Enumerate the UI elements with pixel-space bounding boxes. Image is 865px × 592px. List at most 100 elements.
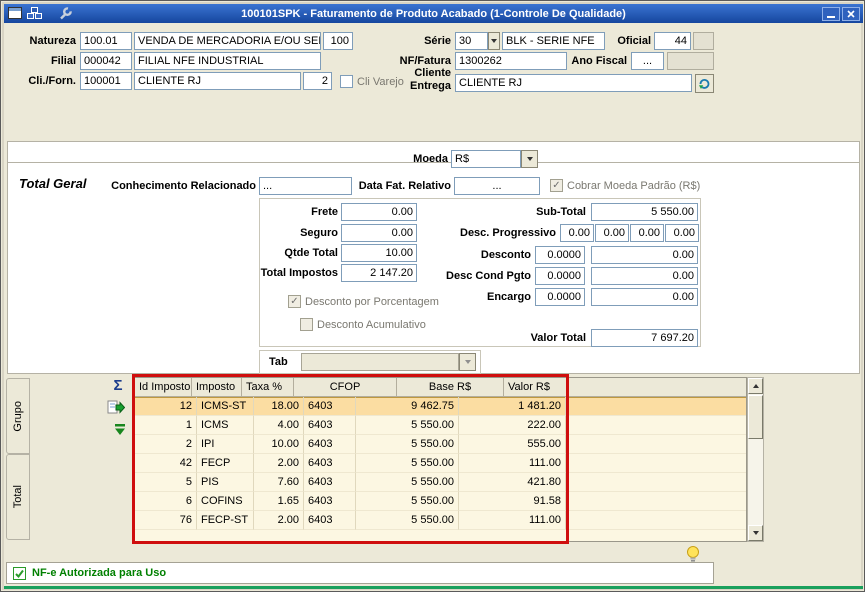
cobrar-moeda-label: Cobrar Moeda Padrão (R$) (567, 179, 717, 193)
serie-desc-field[interactable]: BLK - SERIE NFE (502, 32, 605, 50)
entrega-refresh-button[interactable] (695, 74, 714, 93)
side-tab-grupo[interactable]: Grupo (6, 378, 30, 454)
cell-valor: 111.00 (459, 511, 566, 530)
cell-cfop: 6403 (304, 416, 356, 435)
serie-code-field[interactable]: 30 (455, 32, 488, 50)
total-impostos-field[interactable]: 2 147.20 (341, 264, 417, 282)
desc-progressivo-field[interactable]: 0.00 (665, 224, 699, 242)
cell-imposto: FECP (197, 454, 254, 473)
table-header-cell[interactable]: Imposto (192, 378, 242, 397)
table-row[interactable]: 12 ICMS-ST 18.00 6403 9 462.75 1 481.20 (135, 397, 746, 416)
table-row[interactable]: 5 PIS 7.60 6403 5 550.00 421.80 (135, 473, 746, 492)
cell-valor: 111.00 (459, 454, 566, 473)
close-icon (847, 10, 855, 18)
cliente-entrega-label-line2: Entrega (399, 80, 451, 92)
desc-cond-pgto-value-field[interactable]: 0.00 (591, 267, 698, 285)
cli-forn-code-field[interactable]: 100001 (80, 72, 132, 90)
down-arrow-icon[interactable] (110, 420, 130, 439)
conhecimento-field[interactable]: ... (259, 177, 352, 195)
seguro-field[interactable]: 0.00 (341, 224, 417, 242)
cell-taxa: 1.65 (254, 492, 304, 511)
cell-base: 5 550.00 (356, 473, 459, 492)
side-tab-total-label: Total (12, 485, 24, 508)
cell-filler (566, 435, 746, 454)
valor-total-field[interactable]: 7 697.20 (591, 329, 698, 347)
desconto-acumulativo-checkbox (300, 318, 313, 331)
desconto-acumulativo-label: Desconto Acumulativo (317, 318, 467, 332)
sigma-icon[interactable]: Σ (108, 376, 128, 395)
desc-progressivo-field[interactable]: 0.00 (630, 224, 664, 242)
table-header-cell[interactable]: Valor R$ (504, 378, 746, 397)
cliente-entrega-field[interactable]: CLIENTE RJ (455, 74, 692, 92)
cell-taxa: 2.00 (254, 511, 304, 530)
chevron-down-icon (465, 360, 471, 364)
scroll-down-button[interactable] (748, 525, 763, 541)
tab-dropdown (301, 353, 459, 371)
cell-taxa: 10.00 (254, 435, 304, 454)
close-button[interactable] (842, 7, 860, 21)
data-fat-field[interactable]: ... (454, 177, 540, 195)
table-row[interactable]: 2 IPI 10.00 6403 5 550.00 555.00 (135, 435, 746, 454)
desc-cond-pgto-pct-field[interactable]: 0.0000 (535, 267, 585, 285)
total-geral-title: Total Geral (19, 176, 86, 191)
cell-filler (566, 397, 746, 416)
cell-base: 5 550.00 (356, 454, 459, 473)
scroll-up-button[interactable] (748, 378, 763, 394)
cell-id-imposto: 1 (135, 416, 197, 435)
cell-base: 5 550.00 (356, 511, 459, 530)
table-row[interactable]: 76 FECP-ST 2.00 6403 5 550.00 111.00 (135, 511, 746, 530)
cliente-entrega-label-line1: Cliente (399, 67, 451, 79)
encargo-value-field[interactable]: 0.00 (591, 288, 698, 306)
subtotal-field[interactable]: 5 550.00 (591, 203, 698, 221)
frete-field[interactable]: 0.00 (341, 203, 417, 221)
cell-id-imposto: 2 (135, 435, 197, 454)
desc-progressivo-field[interactable]: 0.00 (595, 224, 629, 242)
seguro-label: Seguro (263, 224, 338, 242)
cell-filler (566, 473, 746, 492)
minimize-button[interactable] (822, 7, 840, 21)
table-body: 12 ICMS-ST 18.00 6403 9 462.75 1 481.20 … (135, 397, 746, 530)
frete-label: Frete (263, 203, 338, 221)
moeda-field[interactable]: R$ (451, 150, 521, 168)
side-tab-total[interactable]: Total (6, 454, 30, 540)
cell-taxa: 7.60 (254, 473, 304, 492)
filial-desc-field[interactable]: FILIAL NFE INDUSTRIAL (134, 52, 321, 70)
desc-progressivo-field[interactable]: 0.00 (560, 224, 594, 242)
table-row[interactable]: 6 COFINS 1.65 6403 5 550.00 91.58 (135, 492, 746, 511)
cell-cfop: 6403 (304, 492, 356, 511)
cell-id-imposto: 6 (135, 492, 197, 511)
natureza-extra-field[interactable]: 100 (323, 32, 353, 50)
cli-forn-extra-field[interactable]: 2 (303, 72, 332, 90)
cell-filler (566, 492, 746, 511)
qtde-total-field[interactable]: 10.00 (341, 244, 417, 262)
nf-fatura-field[interactable]: 1300262 (455, 52, 567, 70)
oficial-field[interactable]: 44 (654, 32, 691, 50)
natureza-desc-field[interactable]: VENDA DE MERCADORIA E/OU SERVI (134, 32, 321, 50)
table-header-cell[interactable]: Base R$ (397, 378, 504, 397)
table-scrollbar[interactable] (747, 377, 764, 542)
export-icon[interactable] (106, 398, 126, 417)
cell-id-imposto: 5 (135, 473, 197, 492)
table-header-cell[interactable]: Id Imposto (135, 378, 192, 397)
desconto-value-field[interactable]: 0.00 (591, 246, 698, 264)
serie-dropdown-button[interactable] (488, 32, 500, 50)
cell-filler (566, 454, 746, 473)
desconto-porcentagem-label: Desconto por Porcentagem (305, 295, 465, 309)
ano-fiscal-label: Ano Fiscal (569, 52, 627, 70)
filial-code-field[interactable]: 000042 (80, 52, 132, 70)
natureza-code-field[interactable]: 100.01 (80, 32, 132, 50)
table-row[interactable]: 42 FECP 2.00 6403 5 550.00 111.00 (135, 454, 746, 473)
wrench-icon[interactable] (58, 7, 73, 20)
desconto-pct-field[interactable]: 0.0000 (535, 246, 585, 264)
cell-id-imposto: 42 (135, 454, 197, 473)
scroll-thumb[interactable] (748, 395, 763, 439)
table-row[interactable]: 1 ICMS 4.00 6403 5 550.00 222.00 (135, 416, 746, 435)
table-header-cell[interactable]: Taxa % (242, 378, 294, 397)
encargo-pct-field[interactable]: 0.0000 (535, 288, 585, 306)
cli-forn-desc-field[interactable]: CLIENTE RJ (134, 72, 301, 90)
table-header-cell[interactable]: CFOP (294, 378, 397, 397)
cell-id-imposto: 12 (135, 397, 197, 416)
ano-fiscal-field[interactable]: ... (631, 52, 664, 70)
blocks-icon (27, 7, 42, 20)
moeda-dropdown-button[interactable] (521, 150, 538, 168)
